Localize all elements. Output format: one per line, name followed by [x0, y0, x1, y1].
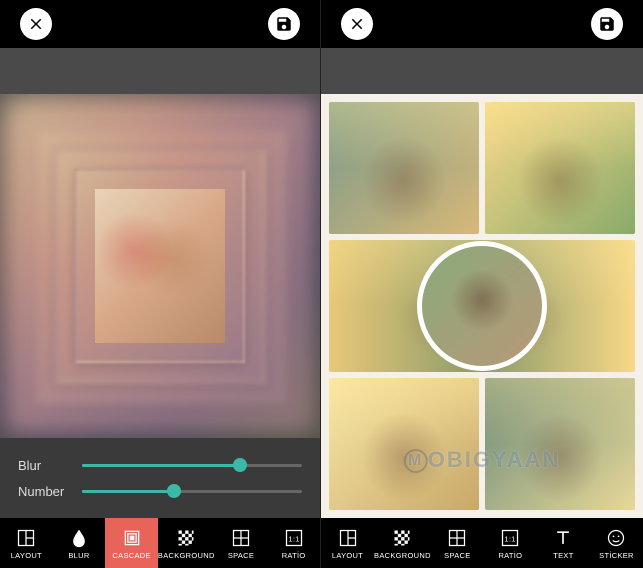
tool-label: LAYOUT: [11, 551, 42, 560]
ratio-icon: 1:1: [283, 527, 305, 549]
blur-label: Blur: [18, 458, 70, 473]
tool-sticker[interactable]: STİCKER: [590, 518, 643, 568]
bottom-toolbar: LAYOUT BLUR CASCADE BACKGROUND SPACE 1:1…: [0, 518, 320, 568]
tool-ratio[interactable]: 1:1 RATİO: [484, 518, 537, 568]
tool-label: BACKGROUND: [158, 551, 215, 560]
tool-label: LAYOUT: [332, 551, 363, 560]
tool-label: CASCADE: [112, 551, 150, 560]
tool-background[interactable]: BACKGROUND: [158, 518, 215, 568]
screen-cascade: Blur Number LAYOUT BLUR CASCADE: [0, 0, 321, 568]
tool-background[interactable]: BACKGROUND: [374, 518, 431, 568]
collage-canvas[interactable]: MMOBIGYAANOBIGYAAN: [321, 94, 643, 518]
tool-label: TEXT: [553, 551, 573, 560]
close-button[interactable]: [20, 8, 52, 40]
tool-label: SPACE: [228, 551, 254, 560]
collage-center-circle[interactable]: [417, 241, 547, 371]
collage-cell[interactable]: [329, 102, 479, 234]
number-slider-row: Number: [18, 484, 302, 499]
close-icon: [27, 15, 45, 33]
tool-label: BACKGROUND: [374, 551, 431, 560]
collage-cell[interactable]: [485, 378, 635, 510]
tool-label: STİCKER: [599, 551, 634, 560]
header: [321, 0, 643, 48]
layout-icon: [15, 527, 37, 549]
number-slider[interactable]: [82, 490, 302, 493]
tool-ratio[interactable]: 1:1 RATİO: [267, 518, 320, 568]
collage-cell[interactable]: [329, 378, 479, 510]
blur-icon: [68, 527, 90, 549]
blur-slider-thumb[interactable]: [233, 458, 247, 472]
tool-cascade[interactable]: CASCADE: [105, 518, 158, 568]
tool-label: RATİO: [282, 551, 306, 560]
blur-slider-row: Blur: [18, 458, 302, 473]
svg-text:1:1: 1:1: [505, 534, 516, 543]
header: [0, 0, 320, 48]
save-icon: [598, 15, 616, 33]
cascade-icon: [121, 527, 143, 549]
tool-text[interactable]: TEXT: [537, 518, 590, 568]
save-button[interactable]: [268, 8, 300, 40]
tool-label: BLUR: [68, 551, 89, 560]
watermark: MMOBIGYAANOBIGYAAN: [404, 447, 561, 473]
ratio-icon: 1:1: [499, 527, 521, 549]
blur-slider-fill: [82, 464, 240, 467]
tool-label: SPACE: [444, 551, 470, 560]
tool-blur[interactable]: BLUR: [53, 518, 106, 568]
number-slider-fill: [82, 490, 174, 493]
background-icon: [175, 527, 197, 549]
tool-layout[interactable]: LAYOUT: [0, 518, 53, 568]
save-button[interactable]: [591, 8, 623, 40]
spacer-bar: [321, 48, 643, 94]
cascade-photo: [95, 189, 225, 343]
sticker-icon: [605, 527, 627, 549]
screen-collage: MMOBIGYAANOBIGYAAN LAYOUT BACKGROUND SPA…: [321, 0, 643, 568]
space-icon: [230, 527, 252, 549]
blur-slider[interactable]: [82, 464, 302, 467]
tool-space[interactable]: SPACE: [431, 518, 484, 568]
cascade-canvas[interactable]: [0, 94, 320, 438]
save-icon: [275, 15, 293, 33]
tool-space[interactable]: SPACE: [215, 518, 268, 568]
tool-layout[interactable]: LAYOUT: [321, 518, 374, 568]
space-icon: [446, 527, 468, 549]
tool-label: RATİO: [498, 551, 522, 560]
sliders-panel: Blur Number: [0, 438, 320, 518]
close-button[interactable]: [341, 8, 373, 40]
number-label: Number: [18, 484, 70, 499]
collage-cell[interactable]: [485, 102, 635, 234]
layout-icon: [337, 527, 359, 549]
close-icon: [348, 15, 366, 33]
svg-text:1:1: 1:1: [288, 534, 299, 543]
text-icon: [552, 527, 574, 549]
background-icon: [391, 527, 413, 549]
spacer-bar: [0, 48, 320, 94]
bottom-toolbar: LAYOUT BACKGROUND SPACE 1:1 RATİO TEXT S…: [321, 518, 643, 568]
number-slider-thumb[interactable]: [167, 484, 181, 498]
